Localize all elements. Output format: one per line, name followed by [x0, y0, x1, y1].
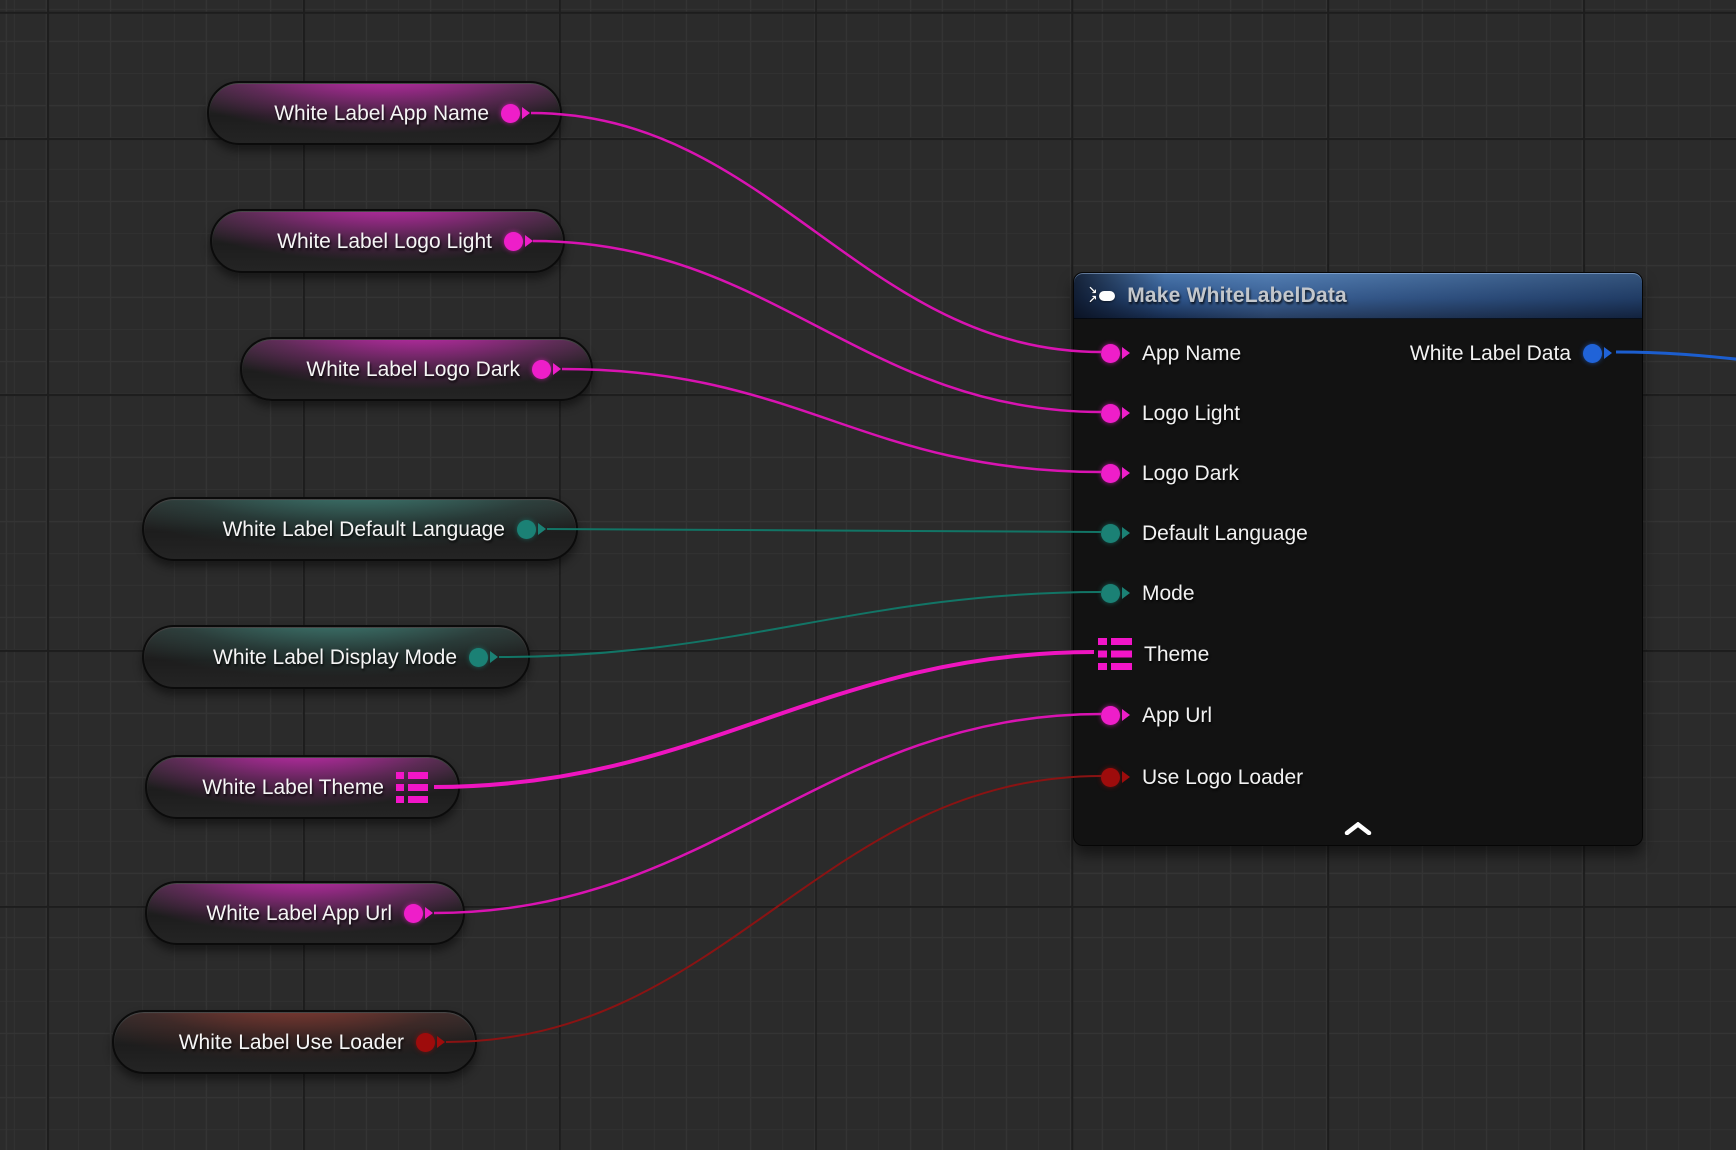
enum-input-pin[interactable]: [1101, 524, 1130, 543]
string-input-pin[interactable]: [1101, 344, 1130, 363]
string-output-pin[interactable]: [504, 232, 533, 251]
node-title: Make WhiteLabelData: [1127, 284, 1347, 308]
wire-theme[interactable]: [434, 652, 1094, 787]
pin-wedge-icon: [1122, 587, 1130, 599]
variable-node-label: White Label Display Mode: [213, 647, 457, 668]
bool-input-pin[interactable]: [1101, 768, 1130, 787]
pin-dot-icon: [1101, 706, 1120, 725]
pin-dot-icon: [504, 232, 523, 251]
variable-node-label: White Label Default Language: [222, 519, 505, 540]
bool-output-pin[interactable]: [416, 1033, 445, 1052]
enum-output-pin[interactable]: [517, 520, 546, 539]
pin-label: App Url: [1142, 705, 1212, 726]
collapse-node-button[interactable]: [1341, 819, 1375, 837]
make-struct-icon: ↘↗: [1088, 287, 1115, 305]
struct-output-pin[interactable]: [396, 772, 428, 803]
pin-wedge-icon: [1122, 347, 1130, 359]
pin-dot-icon: [1101, 464, 1120, 483]
variable-node-label: White Label Use Loader: [179, 1032, 404, 1053]
variable-node-white-label-theme[interactable]: White Label Theme: [145, 755, 460, 819]
string-input-pin[interactable]: [1101, 404, 1130, 423]
variable-node-label: White Label Logo Dark: [306, 359, 520, 380]
variable-node-label: White Label App Name: [274, 103, 489, 124]
pin-dot-icon: [404, 904, 423, 923]
pin-label: Mode: [1142, 583, 1195, 604]
pin-dot-icon: [469, 648, 488, 667]
pin-wedge-icon: [1122, 527, 1130, 539]
node-header[interactable]: ↘↗ Make WhiteLabelData: [1074, 273, 1642, 319]
pin-dot-icon: [1583, 344, 1602, 363]
pin-wedge-icon: [490, 651, 498, 663]
variable-node-label: White Label Logo Light: [277, 231, 492, 252]
pin-row-theme: Theme: [1098, 637, 1209, 671]
blueprint-graph-canvas[interactable]: White Label App Name White Label Logo Li…: [0, 0, 1736, 1150]
variable-node-white-label-display-mode[interactable]: White Label Display Mode: [142, 625, 530, 689]
string-output-pin[interactable]: [404, 904, 433, 923]
pin-dot-icon: [532, 360, 551, 379]
variable-node-label: White Label App Url: [206, 903, 392, 924]
string-output-pin[interactable]: [501, 104, 530, 123]
struct-pin-icon: [396, 772, 428, 803]
pin-row-white-label-data: White Label Data: [1410, 336, 1612, 370]
struct-pin-icon: [1098, 638, 1132, 670]
variable-node-white-label-default-language[interactable]: White Label Default Language: [142, 497, 578, 561]
pin-label: Logo Dark: [1142, 463, 1239, 484]
pin-wedge-icon: [525, 235, 533, 247]
pin-row-logo-light: Logo Light: [1101, 396, 1240, 430]
pin-label: App Name: [1142, 343, 1241, 364]
pin-wedge-icon: [437, 1036, 445, 1048]
pin-dot-icon: [517, 520, 536, 539]
pin-row-app-url: App Url: [1101, 698, 1212, 732]
pin-wedge-icon: [1122, 407, 1130, 419]
wire-app-url[interactable]: [434, 714, 1102, 913]
struct-input-pin[interactable]: [1098, 638, 1132, 670]
enum-output-pin[interactable]: [469, 648, 498, 667]
struct-output-pin[interactable]: [1583, 344, 1612, 363]
pin-dot-icon: [1101, 768, 1120, 787]
variable-node-white-label-app-url[interactable]: White Label App Url: [145, 881, 465, 945]
pin-label: Logo Light: [1142, 403, 1240, 424]
string-input-pin[interactable]: [1101, 706, 1130, 725]
pin-row-app-name: App Name: [1101, 336, 1241, 370]
pin-dot-icon: [1101, 524, 1120, 543]
pin-row-mode: Mode: [1101, 576, 1195, 610]
pin-wedge-icon: [538, 523, 546, 535]
wire-use-loader[interactable]: [446, 776, 1102, 1042]
pin-label: White Label Data: [1410, 343, 1571, 364]
pin-dot-icon: [1101, 344, 1120, 363]
pin-wedge-icon: [1604, 347, 1612, 359]
pin-row-use-logo-loader: Use Logo Loader: [1101, 760, 1303, 794]
variable-node-white-label-logo-light[interactable]: White Label Logo Light: [210, 209, 565, 273]
variable-node-white-label-app-name[interactable]: White Label App Name: [207, 81, 562, 145]
wire-logo-light[interactable]: [533, 241, 1102, 412]
variable-node-label: White Label Theme: [202, 777, 384, 798]
pin-dot-icon: [416, 1033, 435, 1052]
pin-row-logo-dark: Logo Dark: [1101, 456, 1239, 490]
pin-row-default-language: Default Language: [1101, 516, 1308, 550]
wire-default-language[interactable]: [547, 529, 1102, 532]
enum-input-pin[interactable]: [1101, 584, 1130, 603]
chevron-up-icon: [1344, 822, 1372, 835]
make-whitelabeldata-node[interactable]: ↘↗ Make WhiteLabelData App Name Logo Lig…: [1073, 272, 1643, 846]
pin-wedge-icon: [1122, 467, 1130, 479]
pin-wedge-icon: [553, 363, 561, 375]
pin-label: Theme: [1144, 644, 1209, 665]
pin-wedge-icon: [522, 107, 530, 119]
pin-label: Default Language: [1142, 523, 1308, 544]
pin-wedge-icon: [1122, 709, 1130, 721]
wire-logo-dark[interactable]: [562, 369, 1102, 472]
pin-dot-icon: [501, 104, 520, 123]
pin-wedge-icon: [425, 907, 433, 919]
wire-display-mode[interactable]: [499, 592, 1102, 657]
string-input-pin[interactable]: [1101, 464, 1130, 483]
pin-dot-icon: [1101, 584, 1120, 603]
string-output-pin[interactable]: [532, 360, 561, 379]
variable-node-white-label-use-loader[interactable]: White Label Use Loader: [112, 1010, 477, 1074]
pin-dot-icon: [1101, 404, 1120, 423]
pin-wedge-icon: [1122, 771, 1130, 783]
variable-node-white-label-logo-dark[interactable]: White Label Logo Dark: [240, 337, 593, 401]
wire-app-name[interactable]: [531, 113, 1102, 352]
pin-label: Use Logo Loader: [1142, 767, 1303, 788]
